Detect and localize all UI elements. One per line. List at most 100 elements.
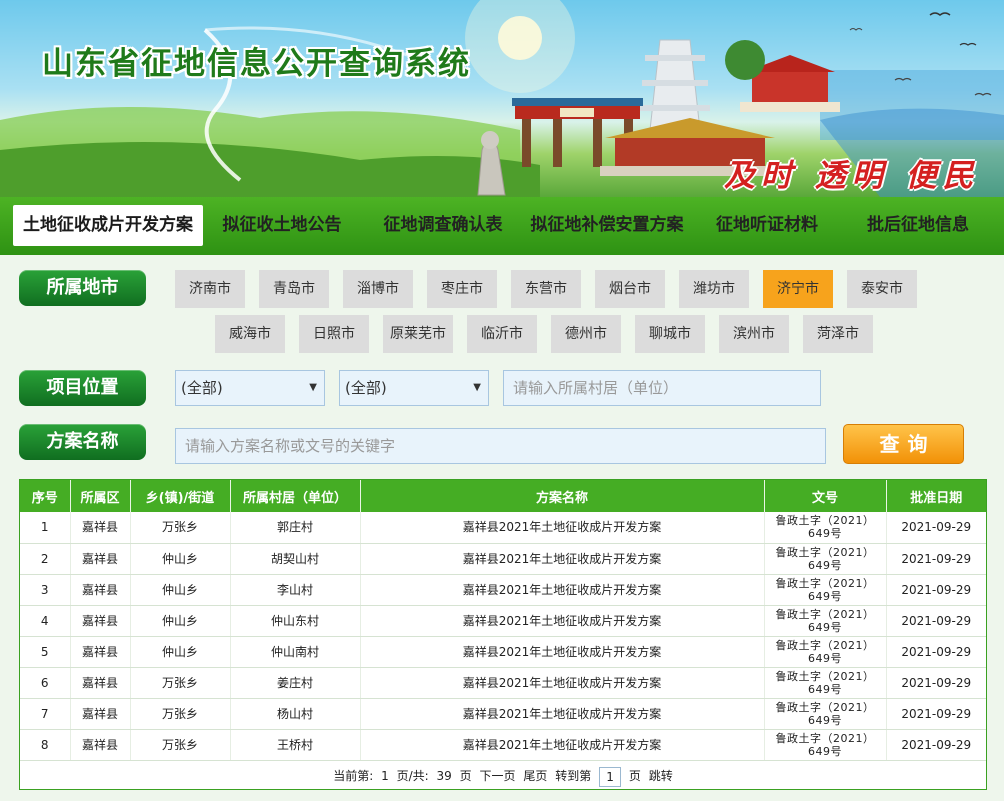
row-index: 1 [20, 512, 71, 544]
town-select-value: (全部) [345, 379, 387, 397]
table-row[interactable]: 7 嘉祥县 万张乡 杨山村 嘉祥县2021年土地征收成片开发方案 鲁政土字（2021）64… [20, 698, 986, 730]
table-row[interactable]: 3 嘉祥县 仲山乡 李山村 嘉祥县2021年土地征收成片开发方案 鲁政土字（2021）64… [20, 574, 986, 606]
header-district: 所属区 [70, 480, 131, 512]
row-village: 郭庄村 [230, 512, 361, 544]
row-doc-number: 鲁政土字（2021）649号 [764, 636, 887, 668]
row-plan-name: 嘉祥县2021年土地征收成片开发方案 [360, 605, 765, 637]
row-approval-date: 2021-09-29 [886, 605, 986, 637]
city-button-jinan[interactable]: 济南市 [175, 270, 245, 308]
row-doc-number: 鲁政土字（2021）649号 [764, 512, 887, 544]
city-button-rizhao[interactable]: 日照市 [299, 315, 369, 353]
table-row[interactable]: 8 嘉祥县 万张乡 王桥村 嘉祥县2021年土地征收成片开发方案 鲁政土字（2021）64… [20, 729, 986, 761]
row-town: 万张乡 [130, 512, 231, 544]
row-doc-number: 鲁政土字（2021）649号 [764, 729, 887, 761]
tab-survey-confirmation[interactable]: 征地调查确认表 [378, 205, 508, 246]
header-banner: 山东省征地信息公开查询系统 及时 透明 便民 [0, 0, 1004, 197]
plan-keyword-input[interactable]: 请输入方案名称或文号的关键字 [175, 428, 826, 464]
pager-total-pages: 39 [436, 769, 452, 783]
row-district: 嘉祥县 [70, 574, 131, 606]
row-doc-number: 鲁政土字（2021）649号 [764, 574, 887, 606]
table-row[interactable]: 1 嘉祥县 万张乡 郭庄村 嘉祥县2021年土地征收成片开发方案 鲁政土字（2021）64… [20, 512, 986, 544]
row-index: 2 [20, 543, 71, 575]
pager-current-page: 1 [381, 769, 389, 783]
chevron-down-icon: ▼ [473, 382, 481, 393]
row-village: 仲山东村 [230, 605, 361, 637]
row-index: 3 [20, 574, 71, 606]
row-plan-name: 嘉祥县2021年土地征收成片开发方案 [360, 698, 765, 730]
row-approval-date: 2021-09-29 [886, 667, 986, 699]
city-button-taian[interactable]: 泰安市 [847, 270, 917, 308]
city-button-zibo[interactable]: 淄博市 [343, 270, 413, 308]
pager-page-unit: 页 [459, 769, 472, 783]
table-row[interactable]: 5 嘉祥县 仲山乡 仲山南村 嘉祥县2021年土地征收成片开发方案 鲁政土字（2021）6… [20, 636, 986, 668]
row-town: 仲山乡 [130, 636, 231, 668]
city-button-zaozhuang[interactable]: 枣庄市 [427, 270, 497, 308]
city-button-yantai[interactable]: 烟台市 [595, 270, 665, 308]
row-village: 杨山村 [230, 698, 361, 730]
row-plan-name: 嘉祥县2021年土地征收成片开发方案 [360, 729, 765, 761]
row-index: 4 [20, 605, 71, 637]
row-district: 嘉祥县 [70, 543, 131, 575]
city-button-liaocheng[interactable]: 聊城市 [635, 315, 705, 353]
row-district: 嘉祥县 [70, 698, 131, 730]
village-input[interactable]: 请输入所属村居（单位） [503, 370, 821, 406]
table-row[interactable]: 6 嘉祥县 万张乡 姜庄村 嘉祥县2021年土地征收成片开发方案 鲁政土字（2021）64… [20, 667, 986, 699]
row-approval-date: 2021-09-29 [886, 636, 986, 668]
city-button-heze[interactable]: 菏泽市 [803, 315, 873, 353]
row-district: 嘉祥县 [70, 512, 131, 544]
row-index: 7 [20, 698, 71, 730]
row-doc-number: 鲁政土字（2021）649号 [764, 667, 887, 699]
city-button-dongying[interactable]: 东营市 [511, 270, 581, 308]
tab-post-approval-info[interactable]: 批后征地信息 [862, 205, 974, 246]
header-index: 序号 [20, 480, 71, 512]
pager-jump-link[interactable]: 跳转 [649, 769, 673, 783]
pager-next-link[interactable]: 下一页 [480, 769, 516, 783]
chevron-down-icon: ▼ [309, 382, 317, 393]
row-town: 仲山乡 [130, 543, 231, 575]
tab-hearing-materials[interactable]: 征地听证材料 [712, 205, 822, 246]
row-village: 王桥村 [230, 729, 361, 761]
row-approval-date: 2021-09-29 [886, 698, 986, 730]
row-plan-name: 嘉祥县2021年土地征收成片开发方案 [360, 512, 765, 544]
pager-goto-label: 转到第 [555, 769, 592, 783]
city-button-linyi[interactable]: 临沂市 [467, 315, 537, 353]
row-approval-date: 2021-09-29 [886, 729, 986, 761]
row-village: 姜庄村 [230, 667, 361, 699]
row-district: 嘉祥县 [70, 636, 131, 668]
tab-expropriation-notice[interactable]: 拟征收土地公告 [217, 205, 347, 246]
pager-goto-input[interactable]: 1 [599, 766, 622, 787]
row-plan-name: 嘉祥县2021年土地征收成片开发方案 [360, 574, 765, 606]
row-district: 嘉祥县 [70, 667, 131, 699]
row-doc-number: 鲁政土字（2021）649号 [764, 698, 887, 730]
city-button-weihai[interactable]: 威海市 [215, 315, 285, 353]
city-button-dezhou[interactable]: 德州市 [551, 315, 621, 353]
pager-goto-unit: 页 [628, 769, 641, 783]
search-button[interactable]: 查询 [843, 424, 964, 464]
city-button-qingdao[interactable]: 青岛市 [259, 270, 329, 308]
pager-current-label: 当前第: [333, 769, 374, 783]
row-village: 仲山南村 [230, 636, 361, 668]
city-button-weifang[interactable]: 潍坊市 [679, 270, 749, 308]
city-button-binzhou[interactable]: 滨州市 [719, 315, 789, 353]
town-select[interactable]: (全部) ▼ [339, 370, 489, 406]
tab-development-plan[interactable]: 土地征收成片开发方案 [13, 205, 203, 246]
row-village: 胡契山村 [230, 543, 361, 575]
pagination: 当前第: 1 页/共: 39 页 下一页 尾页 转到第 1 页 跳转 [20, 762, 986, 790]
pager-last-link[interactable]: 尾页 [523, 769, 547, 783]
row-plan-name: 嘉祥县2021年土地征收成片开发方案 [360, 667, 765, 699]
table-row[interactable]: 4 嘉祥县 仲山乡 仲山东村 嘉祥县2021年土地征收成片开发方案 鲁政土字（2021）6… [20, 605, 986, 637]
row-town: 万张乡 [130, 667, 231, 699]
row-district: 嘉祥县 [70, 605, 131, 637]
row-index: 5 [20, 636, 71, 668]
table-row[interactable]: 2 嘉祥县 仲山乡 胡契山村 嘉祥县2021年土地征收成片开发方案 鲁政土字（2021）6… [20, 543, 986, 575]
tab-compensation-plan[interactable]: 拟征地补偿安置方案 [527, 205, 687, 246]
row-index: 6 [20, 667, 71, 699]
row-town: 万张乡 [130, 698, 231, 730]
row-doc-number: 鲁政土字（2021）649号 [764, 605, 887, 637]
city-button-laiwu[interactable]: 原莱芜市 [383, 315, 453, 353]
city-button-jining[interactable]: 济宁市 [763, 270, 833, 308]
header-plan-name: 方案名称 [360, 480, 765, 512]
county-select[interactable]: (全部) ▼ [175, 370, 325, 406]
row-approval-date: 2021-09-29 [886, 543, 986, 575]
row-approval-date: 2021-09-29 [886, 512, 986, 544]
